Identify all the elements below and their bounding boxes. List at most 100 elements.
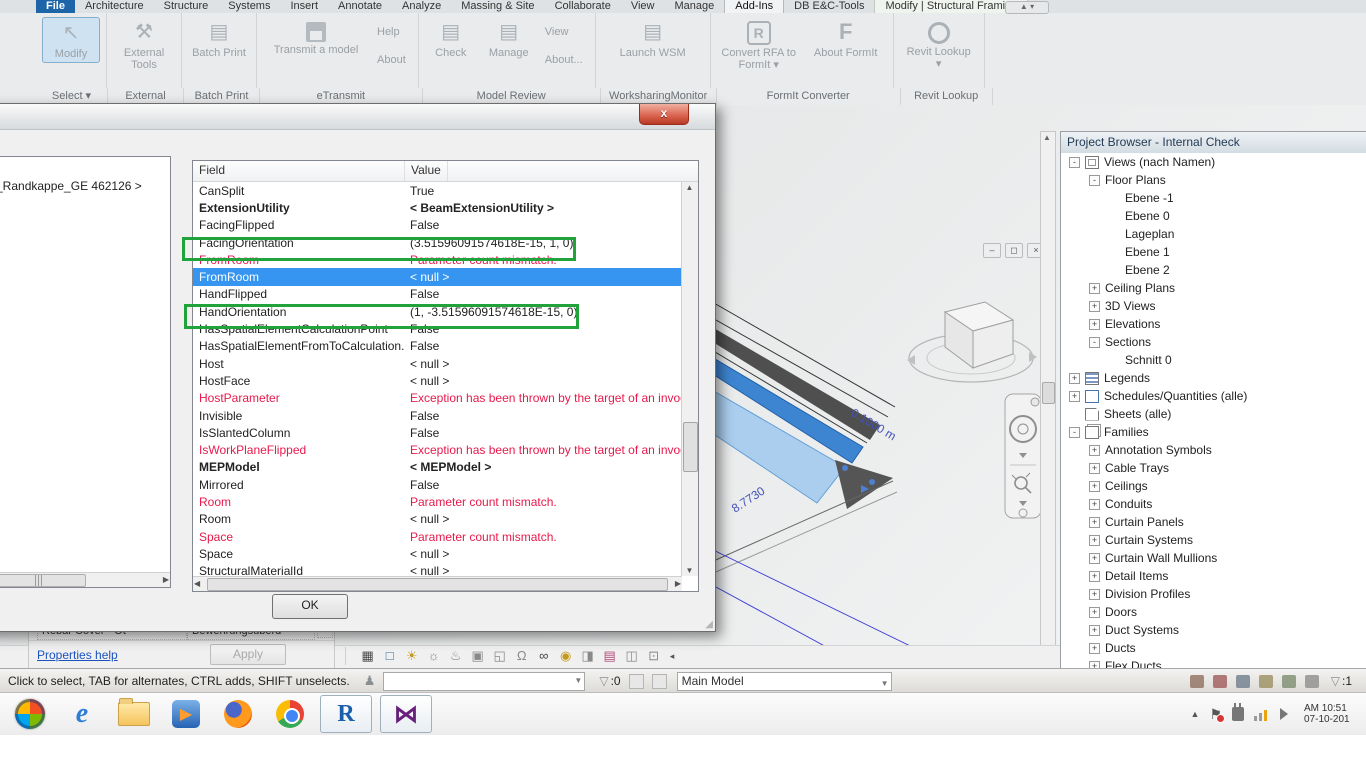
worksharing-status-icon-1[interactable] bbox=[1190, 675, 1204, 688]
field-row[interactable]: ExtensionUtility< BeamExtensionUtility > bbox=[193, 199, 682, 216]
taskbar-internet-explorer[interactable]: e bbox=[60, 696, 104, 732]
ribbon-button-view[interactable]: View bbox=[543, 20, 587, 48]
ribbon-button-convert-rfa-to-formit-[interactable]: Convert RFA to FormIt ▾ bbox=[717, 17, 801, 73]
expand-icon[interactable]: + bbox=[1089, 481, 1100, 492]
tree-horizontal-scrollbar[interactable]: ▶ bbox=[0, 572, 170, 587]
list-horizontal-scrollbar[interactable]: ◀ ▶ bbox=[193, 576, 682, 591]
field-row[interactable]: IsSlantedColumnFalse bbox=[193, 424, 682, 441]
expand-icon[interactable]: + bbox=[1069, 391, 1080, 402]
temporary-hide-isolate-icon[interactable]: ∞ bbox=[536, 648, 552, 664]
worksharing-status-icon-2[interactable] bbox=[1213, 675, 1227, 688]
scroll-up-icon[interactable]: ▲ bbox=[1041, 133, 1053, 142]
expand-icon[interactable]: + bbox=[1089, 589, 1100, 600]
ribbon-button-help[interactable]: Help bbox=[375, 20, 410, 48]
worksharing-status-icon-5[interactable] bbox=[1282, 675, 1296, 688]
tree-item[interactable]: +Conduits bbox=[1061, 495, 1366, 513]
tray-clock[interactable]: AM 10:51 07-10-201 bbox=[1304, 703, 1366, 725]
selection-box-icon[interactable]: ⊡ bbox=[646, 648, 662, 664]
collapse-icon[interactable]: - bbox=[1069, 427, 1080, 438]
tree-item[interactable]: +Detail Items bbox=[1061, 567, 1366, 585]
expand-icon[interactable]: + bbox=[1069, 373, 1080, 384]
chevron-down-icon[interactable]: ▼ bbox=[881, 676, 889, 692]
field-row[interactable]: CanSplitTrue bbox=[193, 182, 682, 199]
ribbon-tab-systems[interactable]: Systems bbox=[218, 0, 280, 13]
scrollbar-thumb[interactable] bbox=[1042, 382, 1055, 404]
press-drag-icon[interactable] bbox=[652, 674, 667, 689]
ribbon-tab-file[interactable]: File bbox=[36, 0, 75, 13]
field-row[interactable]: HandFlippedFalse bbox=[193, 286, 682, 303]
field-row[interactable]: InvisibleFalse bbox=[193, 407, 682, 424]
scrollbar-thumb[interactable] bbox=[683, 422, 698, 472]
ribbon-button-external-tools[interactable]: External Tools bbox=[113, 17, 175, 73]
taskbar-firefox[interactable] bbox=[216, 696, 260, 732]
expand-icon[interactable]: + bbox=[1089, 319, 1100, 330]
ribbon-tab-db-e-c-tools[interactable]: DB E&C-Tools bbox=[784, 0, 874, 13]
tree-item[interactable]: Ebene 0 bbox=[1061, 207, 1366, 225]
taskbar-file-explorer[interactable] bbox=[112, 696, 156, 732]
ribbon-button-about-[interactable]: About... bbox=[543, 48, 587, 76]
collapse-icon[interactable]: - bbox=[1089, 175, 1100, 186]
tree-item[interactable]: +Schedules/Quantities (alle) bbox=[1061, 387, 1366, 405]
tree-item[interactable]: +Curtain Panels bbox=[1061, 513, 1366, 531]
editable-only-icon[interactable] bbox=[629, 674, 644, 689]
collapse-icon[interactable]: - bbox=[1089, 337, 1100, 348]
tree-item[interactable]: -Views (nach Namen) bbox=[1061, 153, 1366, 171]
ribbon-tab-view[interactable]: View bbox=[621, 0, 665, 13]
tree-item[interactable]: Ebene 2 bbox=[1061, 261, 1366, 279]
field-row[interactable]: Space< null > bbox=[193, 545, 682, 562]
field-row[interactable]: FacingFlippedFalse bbox=[193, 217, 682, 234]
field-row[interactable]: SpaceParameter count mismatch. bbox=[193, 528, 682, 545]
tree-item[interactable]: Lageplan bbox=[1061, 225, 1366, 243]
selection-filter-icon[interactable]: ▽ bbox=[1331, 674, 1340, 688]
visual-style-icon[interactable]: □ bbox=[382, 648, 398, 664]
panel-label[interactable]: Revit Lookup bbox=[901, 88, 993, 105]
ribbon-tab-annotate[interactable]: Annotate bbox=[328, 0, 392, 13]
tree-item[interactable]: +Legends bbox=[1061, 369, 1366, 387]
viewcube[interactable] bbox=[905, 290, 1040, 400]
chevron-down-icon[interactable]: ▼ bbox=[574, 676, 582, 685]
dialog-close-button[interactable]: x bbox=[639, 104, 689, 125]
expand-icon[interactable]: + bbox=[1089, 607, 1100, 618]
tree-item[interactable]: +Doors bbox=[1061, 603, 1366, 621]
show-rendering-dialog-icon[interactable]: ♨ bbox=[448, 648, 464, 664]
ok-button[interactable]: OK bbox=[272, 594, 348, 619]
expand-icon[interactable]: + bbox=[1089, 571, 1100, 582]
ribbon-button-modify[interactable]: Modify bbox=[42, 17, 100, 63]
canvas-vertical-scrollbar[interactable]: ▲ ▼ bbox=[1040, 131, 1056, 663]
tree-item[interactable]: +Division Profiles bbox=[1061, 585, 1366, 603]
ribbon-button-check[interactable]: Check bbox=[425, 17, 477, 61]
reveal-constraints-icon[interactable]: ▤ bbox=[602, 648, 618, 664]
field-row[interactable]: MirroredFalse bbox=[193, 476, 682, 493]
field-row[interactable]: StructuralMaterialId< null > bbox=[193, 563, 682, 576]
ribbon-button-batch-print[interactable]: Batch Print bbox=[188, 17, 250, 61]
tree-item[interactable]: +Curtain Wall Mullions bbox=[1061, 549, 1366, 567]
action-center-icon[interactable]: ⚑ bbox=[1209, 706, 1222, 723]
taskbar-visual-studio[interactable]: ⋈ bbox=[380, 695, 432, 733]
field-row[interactable]: Host< null > bbox=[193, 355, 682, 372]
ribbon-tab-structure[interactable]: Structure bbox=[154, 0, 219, 13]
worksharing-status-icon-3[interactable] bbox=[1236, 675, 1250, 688]
unlocked-3d-view-icon[interactable]: Ω bbox=[514, 648, 530, 664]
ribbon-tab-massing-site[interactable]: Massing & Site bbox=[451, 0, 544, 13]
tree-item[interactable]: -Floor Plans bbox=[1061, 171, 1366, 189]
expand-icon[interactable]: + bbox=[1089, 445, 1100, 456]
tree-item[interactable]: +Curtain Systems bbox=[1061, 531, 1366, 549]
field-column-header[interactable]: Field bbox=[193, 161, 405, 181]
restore-icon[interactable]: ◻ bbox=[1005, 243, 1023, 258]
taskbar-media-player[interactable]: ▶ bbox=[164, 696, 208, 732]
tree-item[interactable]: +Cable Trays bbox=[1061, 459, 1366, 477]
tree-item[interactable]: -Sections bbox=[1061, 333, 1366, 351]
tree-item[interactable]: +Ducts bbox=[1061, 639, 1366, 657]
network-signal-icon[interactable] bbox=[1254, 708, 1270, 721]
drag-handle[interactable] bbox=[842, 465, 848, 471]
expand-icon[interactable]: + bbox=[1089, 553, 1100, 564]
collapse-icon[interactable]: - bbox=[1069, 157, 1080, 168]
scrollbar-thumb[interactable] bbox=[207, 578, 668, 591]
tray-expand-icon[interactable]: ▲ bbox=[1191, 709, 1200, 719]
ribbon-tab-collaborate[interactable]: Collaborate bbox=[545, 0, 621, 13]
tree-item[interactable]: Ebene 1 bbox=[1061, 243, 1366, 261]
workset-select[interactable]: ▼ bbox=[383, 672, 585, 691]
taskbar-revit[interactable]: R bbox=[320, 695, 372, 733]
expand-icon[interactable]: + bbox=[1089, 643, 1100, 654]
field-row[interactable]: MEPModel< MEPModel > bbox=[193, 459, 682, 476]
